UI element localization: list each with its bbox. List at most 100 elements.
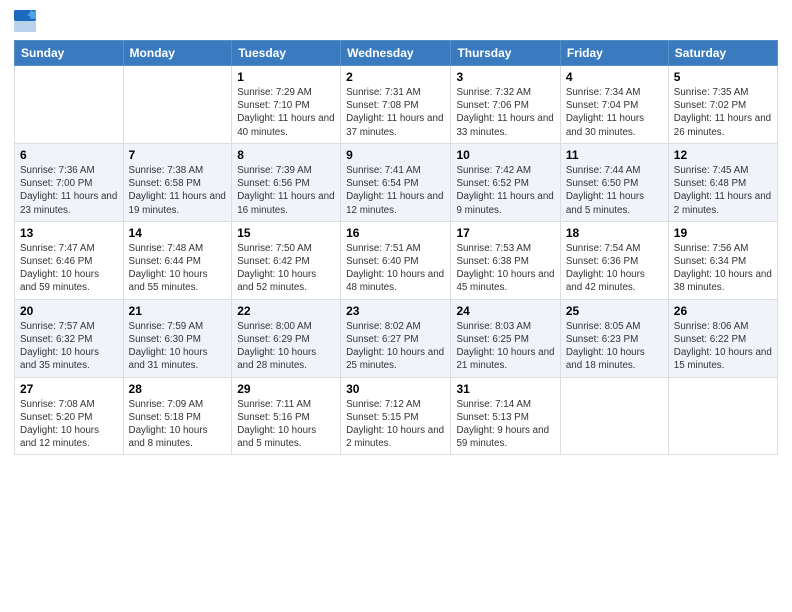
day-number: 14 [129,226,227,240]
calendar-cell: 21 Sunrise: 7:59 AM Sunset: 6:30 PM Dayli… [123,299,232,377]
weekday-header-tuesday: Tuesday [232,41,341,66]
day-info: Sunrise: 7:11 AM Sunset: 5:16 PM Dayligh… [237,398,335,451]
day-info: Sunrise: 7:53 AM Sunset: 6:38 PM Dayligh… [456,242,554,295]
calendar-cell: 29 Sunrise: 7:11 AM Sunset: 5:16 PM Dayli… [232,377,341,455]
weekday-header-wednesday: Wednesday [341,41,451,66]
day-info: Sunrise: 7:36 AM Sunset: 7:00 PM Dayligh… [20,164,118,217]
day-info: Sunrise: 7:32 AM Sunset: 7:06 PM Dayligh… [456,86,554,139]
day-info: Sunrise: 7:50 AM Sunset: 6:42 PM Dayligh… [237,242,335,295]
day-info: Sunrise: 8:02 AM Sunset: 6:27 PM Dayligh… [346,320,445,373]
day-info: Sunrise: 7:42 AM Sunset: 6:52 PM Dayligh… [456,164,554,217]
day-info: Sunrise: 8:00 AM Sunset: 6:29 PM Dayligh… [237,320,335,373]
calendar-cell: 31 Sunrise: 7:14 AM Sunset: 5:13 PM Dayli… [451,377,560,455]
calendar-cell: 12 Sunrise: 7:45 AM Sunset: 6:48 PM Dayli… [668,143,777,221]
day-info: Sunrise: 8:06 AM Sunset: 6:22 PM Dayligh… [674,320,772,373]
calendar-cell [668,377,777,455]
day-number: 26 [674,304,772,318]
calendar-cell: 1 Sunrise: 7:29 AM Sunset: 7:10 PM Daylig… [232,66,341,144]
weekday-header-sunday: Sunday [15,41,124,66]
day-info: Sunrise: 7:29 AM Sunset: 7:10 PM Dayligh… [237,86,335,139]
day-number: 3 [456,70,554,84]
day-number: 11 [566,148,663,162]
calendar-cell: 2Sunrise: 7:31 AM Sunset: 7:08 PM Daylig… [341,66,451,144]
day-info: Sunrise: 7:34 AM Sunset: 7:04 PM Dayligh… [566,86,663,139]
calendar-cell: 30 Sunrise: 7:12 AM Sunset: 5:15 PM Dayli… [341,377,451,455]
calendar-cell: 17 Sunrise: 7:53 AM Sunset: 6:38 PM Dayli… [451,221,560,299]
day-number: 30 [346,382,445,396]
day-number: 7 [129,148,227,162]
day-number: 12 [674,148,772,162]
calendar-cell: 7 Sunrise: 7:38 AM Sunset: 6:58 PM Daylig… [123,143,232,221]
day-number: 15 [237,226,335,240]
calendar-cell: 14 Sunrise: 7:48 AM Sunset: 6:44 PM Dayli… [123,221,232,299]
day-number: 28 [129,382,227,396]
calendar-cell: 9 Sunrise: 7:41 AM Sunset: 6:54 PM Daylig… [341,143,451,221]
day-info: Sunrise: 7:47 AM Sunset: 6:46 PM Dayligh… [20,242,118,295]
page-header [14,10,778,32]
weekday-header-monday: Monday [123,41,232,66]
day-info: Sunrise: 7:41 AM Sunset: 6:54 PM Dayligh… [346,164,445,217]
day-info: Sunrise: 7:51 AM Sunset: 6:40 PM Dayligh… [346,242,445,295]
calendar-cell: 27Sunrise: 7:08 AM Sunset: 5:20 PM Dayli… [15,377,124,455]
day-number: 8 [237,148,335,162]
day-info: Sunrise: 8:03 AM Sunset: 6:25 PM Dayligh… [456,320,554,373]
calendar-cell: 8 Sunrise: 7:39 AM Sunset: 6:56 PM Daylig… [232,143,341,221]
day-number: 27 [20,382,118,396]
day-info: Sunrise: 7:57 AM Sunset: 6:32 PM Dayligh… [20,320,118,373]
calendar-cell [123,66,232,144]
logo [14,10,38,32]
calendar-cell: 25Sunrise: 8:05 AM Sunset: 6:23 PM Dayli… [560,299,668,377]
calendar-cell: 16 Sunrise: 7:51 AM Sunset: 6:40 PM Dayli… [341,221,451,299]
day-info: Sunrise: 7:54 AM Sunset: 6:36 PM Dayligh… [566,242,663,295]
weekday-header-row: SundayMondayTuesdayWednesdayThursdayFrid… [15,41,778,66]
day-number: 18 [566,226,663,240]
calendar-cell: 6 Sunrise: 7:36 AM Sunset: 7:00 PM Daylig… [15,143,124,221]
day-info: Sunrise: 7:48 AM Sunset: 6:44 PM Dayligh… [129,242,227,295]
day-number: 16 [346,226,445,240]
calendar-cell: 4 Sunrise: 7:34 AM Sunset: 7:04 PM Daylig… [560,66,668,144]
day-number: 21 [129,304,227,318]
logo-icon [14,10,36,32]
weekday-header-saturday: Saturday [668,41,777,66]
calendar-cell [15,66,124,144]
calendar-cell: 24 Sunrise: 8:03 AM Sunset: 6:25 PM Dayli… [451,299,560,377]
weekday-header-friday: Friday [560,41,668,66]
day-number: 22 [237,304,335,318]
day-number: 13 [20,226,118,240]
day-number: 1 [237,70,335,84]
calendar-cell: 20 Sunrise: 7:57 AM Sunset: 6:32 PM Dayli… [15,299,124,377]
calendar-cell: 18 Sunrise: 7:54 AM Sunset: 6:36 PM Dayli… [560,221,668,299]
weekday-header-thursday: Thursday [451,41,560,66]
calendar-cell: 26 Sunrise: 8:06 AM Sunset: 6:22 PM Dayli… [668,299,777,377]
day-number: 20 [20,304,118,318]
day-number: 31 [456,382,554,396]
day-number: 9 [346,148,445,162]
day-number: 19 [674,226,772,240]
day-info: Sunrise: 7:35 AM Sunset: 7:02 PM Dayligh… [674,86,772,139]
day-info: Sunrise: 7:44 AM Sunset: 6:50 PM Dayligh… [566,164,663,217]
day-number: 6 [20,148,118,162]
calendar-cell: 22 Sunrise: 8:00 AM Sunset: 6:29 PM Dayli… [232,299,341,377]
calendar-table: SundayMondayTuesdayWednesdayThursdayFrid… [14,40,778,455]
day-number: 2 [346,70,445,84]
calendar-cell: 15 Sunrise: 7:50 AM Sunset: 6:42 PM Dayli… [232,221,341,299]
calendar-cell: 11 Sunrise: 7:44 AM Sunset: 6:50 PM Dayli… [560,143,668,221]
day-number: 4 [566,70,663,84]
calendar-cell: 5Sunrise: 7:35 AM Sunset: 7:02 PM Daylig… [668,66,777,144]
day-number: 23 [346,304,445,318]
day-number: 24 [456,304,554,318]
day-info: Sunrise: 7:39 AM Sunset: 6:56 PM Dayligh… [237,164,335,217]
calendar-cell: 23 Sunrise: 8:02 AM Sunset: 6:27 PM Dayli… [341,299,451,377]
calendar-cell: 10 Sunrise: 7:42 AM Sunset: 6:52 PM Dayli… [451,143,560,221]
day-info: Sunrise: 7:38 AM Sunset: 6:58 PM Dayligh… [129,164,227,217]
day-number: 10 [456,148,554,162]
calendar-cell [560,377,668,455]
day-number: 29 [237,382,335,396]
day-info: Sunrise: 7:59 AM Sunset: 6:30 PM Dayligh… [129,320,227,373]
calendar-cell: 13 Sunrise: 7:47 AM Sunset: 6:46 PM Dayli… [15,221,124,299]
day-info: Sunrise: 7:14 AM Sunset: 5:13 PM Dayligh… [456,398,554,451]
day-number: 17 [456,226,554,240]
day-info: Sunrise: 7:12 AM Sunset: 5:15 PM Dayligh… [346,398,445,451]
calendar-cell: 28Sunrise: 7:09 AM Sunset: 5:18 PM Dayli… [123,377,232,455]
day-info: Sunrise: 7:45 AM Sunset: 6:48 PM Dayligh… [674,164,772,217]
